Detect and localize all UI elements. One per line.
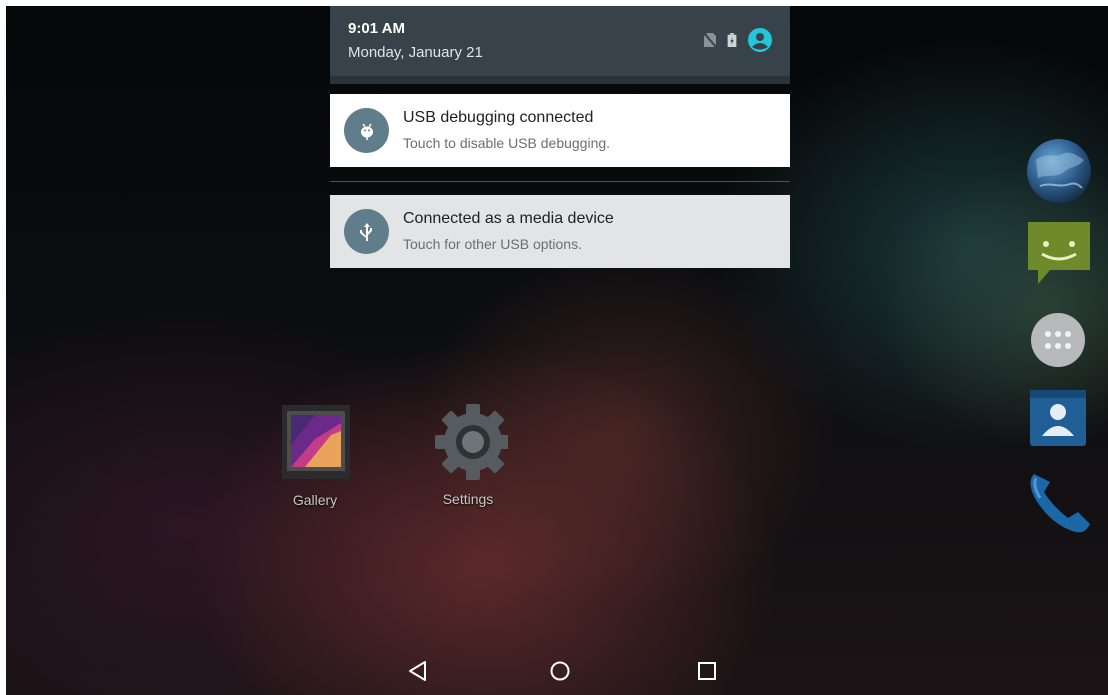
browser-globe-icon [1027,139,1091,203]
app-drawer-icon [1031,313,1085,367]
dock-contacts[interactable] [1030,390,1088,453]
account-avatar-icon[interactable] [748,28,772,52]
dock-messaging[interactable] [1028,222,1092,291]
settings-app[interactable]: Settings [423,400,513,507]
dock-browser[interactable] [1026,138,1092,209]
notification-media-device[interactable]: Connected as a media device Touch for ot… [330,195,790,268]
phone-icon [1030,474,1090,533]
home-button[interactable] [546,657,574,685]
settings-gear-icon [435,404,511,480]
notification-title: Connected as a media device [403,210,614,227]
recents-icon [698,662,716,680]
clock-time: 9:01 AM [348,20,405,37]
usb-icon [359,222,372,241]
back-button[interactable] [404,657,432,685]
status-icons [704,28,772,52]
notification-badge [344,108,389,153]
gallery-label: Gallery [292,492,338,508]
battery-charging-icon [727,33,737,47]
notification-text: Touch for other USB options. [403,236,582,252]
no-sim-icon [704,33,716,47]
notification-title: USB debugging connected [403,109,594,126]
navigation-bar [6,645,1108,695]
notification-usb-debugging[interactable]: USB debugging connected Touch to disable… [330,94,790,167]
home-icon [550,661,570,681]
dock-phone[interactable] [1026,468,1092,539]
shade-header-shadow [330,76,790,84]
notification-text: Touch to disable USB debugging. [403,135,611,151]
notification-divider [330,181,790,182]
clock-date: Monday, January 21 [348,44,483,61]
notification-shade-header[interactable]: 9:01 AM Monday, January 21 [330,6,790,76]
back-icon [409,661,426,681]
dock-app-drawer[interactable] [1030,312,1086,373]
android-debug-icon [360,123,373,140]
settings-label: Settings [442,491,494,507]
gallery-icon [282,405,350,479]
contacts-icon [1030,390,1086,446]
notification-badge [344,209,389,254]
recents-button[interactable] [693,657,721,685]
gallery-app[interactable]: Gallery [270,405,360,508]
messaging-icon [1028,222,1090,284]
